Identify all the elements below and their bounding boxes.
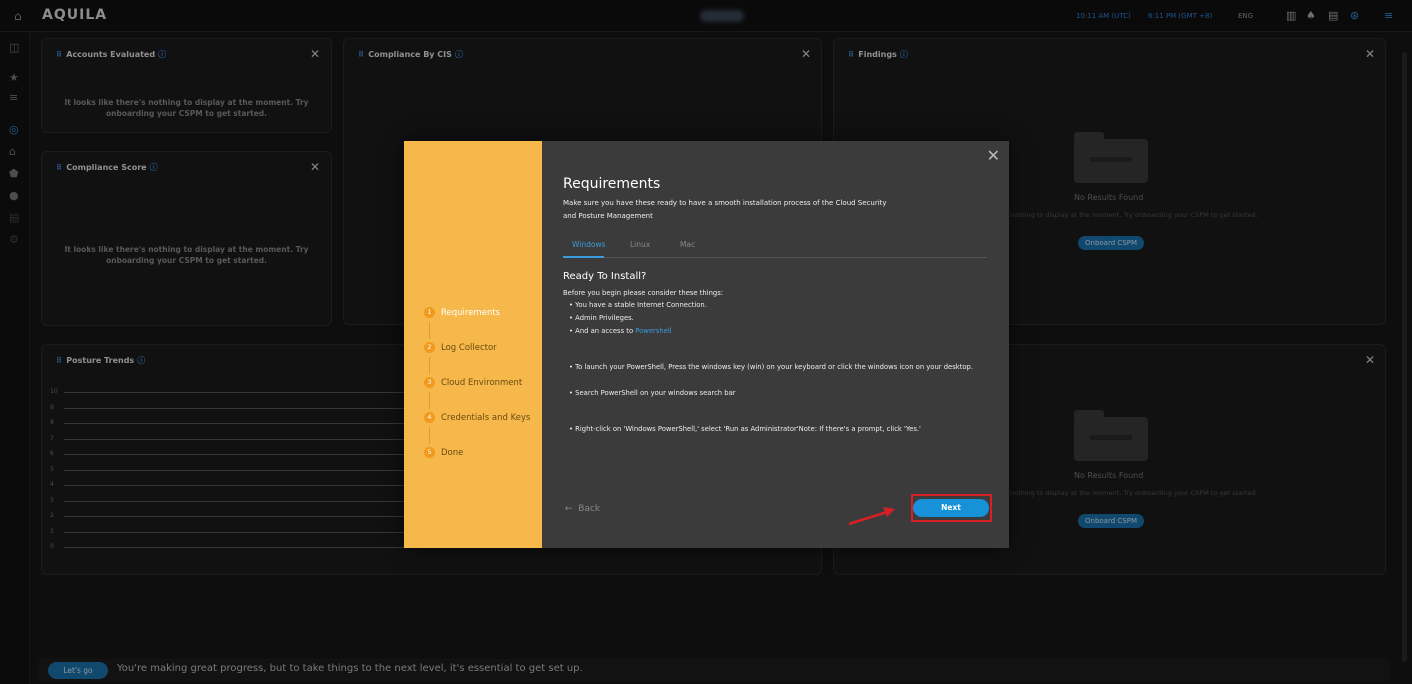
active-tab-indicator <box>563 256 604 258</box>
ready-heading: Ready To Install? <box>563 271 647 282</box>
instruction-item: • Right-click on 'Windows PowerShell,' s… <box>569 425 921 433</box>
back-button[interactable]: ← Back <box>565 504 600 514</box>
step-credentials-keys[interactable]: 4 Credentials and Keys <box>424 412 530 423</box>
instruction-item: • To launch your PowerShell, Press the w… <box>569 363 974 371</box>
os-tabs: Windows Linux Mac <box>563 240 987 258</box>
step-log-collector[interactable]: 2 Log Collector <box>424 342 497 353</box>
step-connector <box>429 427 430 444</box>
modal-title: Requirements <box>563 176 661 192</box>
step-cloud-environment[interactable]: 3 Cloud Environment <box>424 377 522 388</box>
close-icon[interactable]: ✕ <box>987 146 1000 165</box>
step-connector <box>429 392 430 409</box>
red-arrow-annotation <box>848 507 895 526</box>
stepper: 1 Requirements 2 Log Collector 3 Cloud Envi… <box>404 141 542 548</box>
step-done[interactable]: 5 Done <box>424 447 463 458</box>
modal-content: ✕ Requirements Make sure you have these … <box>542 141 1009 548</box>
step-connector <box>429 322 430 339</box>
intro-text: Before you begin please consider these t… <box>563 289 724 297</box>
powershell-link[interactable]: Powershell <box>635 327 671 335</box>
tab-linux[interactable]: Linux <box>630 240 650 249</box>
requirement-item: • And an access to Powershell <box>569 327 672 335</box>
tab-windows[interactable]: Windows <box>572 240 605 249</box>
tab-mac[interactable]: Mac <box>680 240 695 249</box>
step-requirements[interactable]: 1 Requirements <box>424 307 500 318</box>
requirement-item: • Admin Privileges. <box>569 314 634 322</box>
modal-description: Make sure you have these ready to have a… <box>563 199 887 220</box>
step-connector <box>429 357 430 374</box>
app-root: ⌂ AQUILA 10:11 AM (UTC) 6:11 PM (GMT +8)… <box>0 0 1412 684</box>
requirement-item: • You have a stable Internet Connection. <box>569 301 707 309</box>
instruction-item: • Search PowerShell on your windows sear… <box>569 389 736 397</box>
arrow-left-icon: ← <box>565 504 573 514</box>
next-button[interactable]: Next <box>913 499 989 517</box>
onboarding-modal: 1 Requirements 2 Log Collector 3 Cloud Envi… <box>404 141 1009 548</box>
